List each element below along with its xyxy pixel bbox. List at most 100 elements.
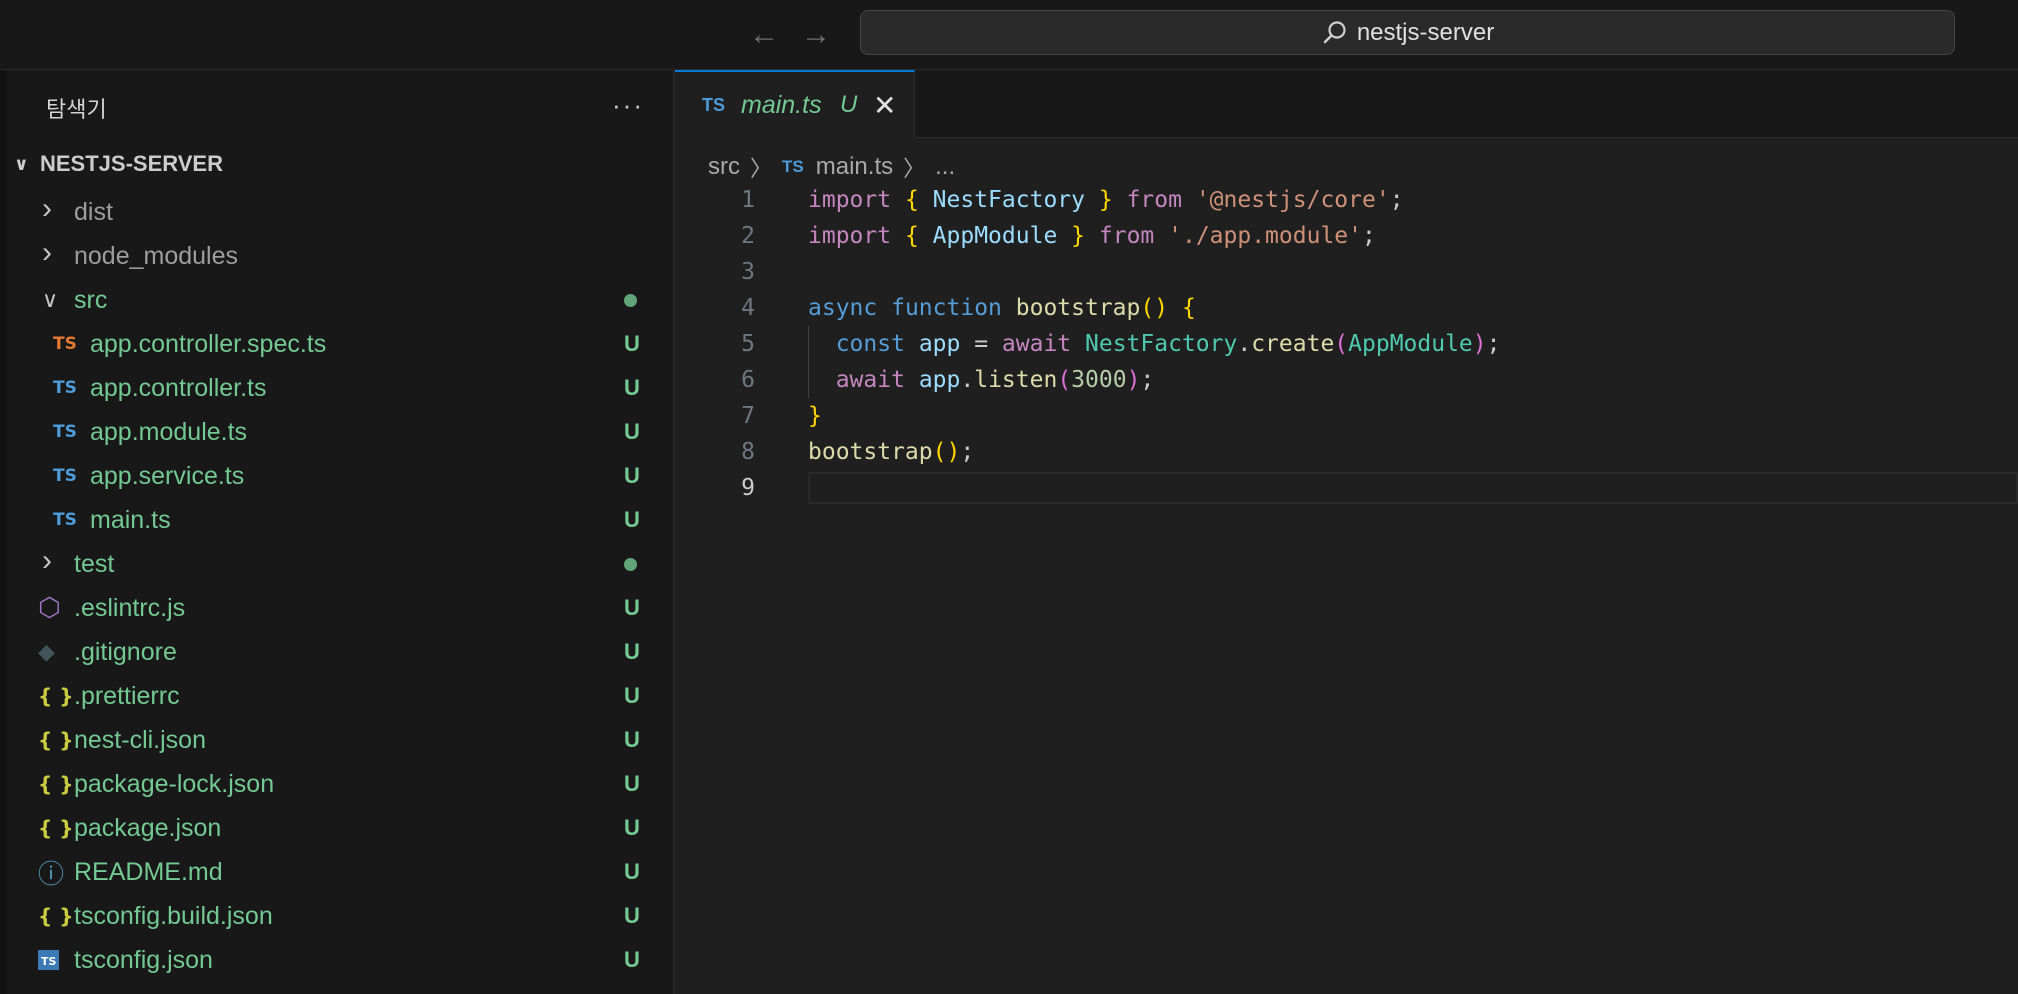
file-item[interactable]: { } tsconfig.build.json U [0, 894, 674, 938]
file-item[interactable]: { } nest-cli.json U [0, 718, 674, 762]
untracked-badge: U [624, 507, 640, 532]
file-item[interactable]: ⓘ README.md U [0, 850, 674, 894]
file-item[interactable]: TS main.ts U [0, 498, 674, 542]
line-source: async function bootstrap() { [808, 295, 1196, 321]
item-label: app.service.ts [90, 461, 245, 490]
root-folder-label: NESTJS-SERVER [40, 151, 223, 176]
code-line[interactable]: 7} [675, 398, 2018, 434]
line-source: bootstrap(); [808, 439, 975, 465]
line-number: 6 [741, 367, 755, 393]
line-number: 2 [741, 223, 755, 249]
arrow-left-icon[interactable]: ← [746, 18, 782, 52]
explorer-title: 탐색기 [46, 97, 107, 122]
untracked-badge: U [624, 815, 640, 840]
code-line[interactable]: 8 bootstrap(); [675, 434, 2018, 470]
tsconfig-icon: TS [38, 950, 60, 970]
code-editor[interactable]: 1 import { NestFactory } from '@nestjs/co… [675, 182, 2018, 506]
json-file-icon: { } [38, 772, 74, 796]
untracked-badge: U [624, 947, 640, 972]
explorer-root-folder[interactable]: ∨ NESTJS-SERVER [14, 144, 223, 184]
item-label: main.ts [90, 505, 171, 534]
search-icon [1323, 20, 1346, 43]
folder-item[interactable]: › node_modules [0, 234, 674, 278]
json-file-icon: { } [38, 816, 74, 840]
folder-item[interactable]: › dist [0, 190, 674, 234]
item-label: .eslintrc.js [74, 593, 186, 622]
command-center-search[interactable]: nestjs-server [860, 10, 1955, 55]
item-label: node_modules [74, 241, 239, 270]
arrow-right-icon[interactable]: → [798, 18, 834, 52]
close-icon[interactable]: ✕ [873, 89, 896, 122]
search-text: nestjs-server [1356, 18, 1495, 46]
untracked-badge: U [624, 859, 640, 884]
current-line-highlight [808, 472, 2018, 504]
code-line[interactable]: 3 [675, 254, 2018, 290]
line-source: import { AppModule } from './app.module'… [808, 223, 1376, 249]
line-source: } [808, 403, 822, 429]
code-line[interactable]: 5 const app = await NestFactory.create(A… [675, 326, 2018, 362]
code-line[interactable]: 1 import { NestFactory } from '@nestjs/co… [675, 182, 2018, 218]
untracked-badge: U [624, 463, 640, 488]
code-line[interactable]: 4 async function bootstrap() { [675, 290, 2018, 326]
item-label: tsconfig.json [74, 945, 213, 974]
file-item[interactable]: ◆ .gitignore U [0, 630, 674, 674]
folder-item[interactable]: ∨ src [0, 278, 674, 322]
eslint-icon: ⬡ [38, 593, 61, 623]
item-label: test [74, 549, 115, 578]
explorer-sidebar: 탐색기 ··· ∨ NESTJS-SERVER › dist › node_modul… [0, 70, 674, 994]
untracked-badge: U [624, 771, 640, 796]
chevron-right-icon: › [42, 192, 52, 225]
file-item[interactable]: TS app.service.ts U [0, 454, 674, 498]
item-label: nest-cli.json [74, 725, 206, 754]
json-file-icon: { } [38, 684, 74, 708]
editor-area: TS main.ts U ✕ src 〉 TS main.ts 〉 ... 1 i… [675, 70, 2018, 994]
untracked-badge: U [624, 639, 640, 664]
item-label: src [74, 285, 108, 314]
modified-dot-badge [624, 293, 637, 307]
file-item[interactable]: TS app.controller.ts U [0, 366, 674, 410]
git-icon: ◆ [38, 639, 55, 665]
chevron-right-icon: 〉 [750, 156, 773, 181]
file-item[interactable]: TS app.controller.spec.ts U [0, 322, 674, 366]
untracked-badge: U [624, 727, 640, 752]
untracked-badge: U [624, 683, 640, 708]
item-label: app.controller.ts [90, 373, 267, 402]
breadcrumb-folder[interactable]: src [708, 153, 740, 181]
tab-status-badge: U [840, 91, 858, 118]
line-source: const app = await NestFactory.create(App… [835, 331, 1501, 357]
more-actions-icon[interactable]: ··· [612, 90, 644, 121]
item-label: .gitignore [74, 637, 177, 666]
line-source: import { NestFactory } from '@nestjs/cor… [808, 187, 1404, 213]
typescript-file-icon: TS [53, 510, 77, 530]
code-line[interactable]: 6 await app.listen(3000); [675, 362, 2018, 398]
code-line[interactable]: 9 [675, 470, 2018, 506]
tab-main-ts[interactable]: TS main.ts U ✕ [675, 70, 915, 138]
info-icon: ⓘ [38, 859, 65, 890]
line-number: 4 [741, 295, 755, 321]
file-item[interactable]: TS app.module.ts U [0, 410, 674, 454]
folder-item[interactable]: › test [0, 542, 674, 586]
item-label: package.json [74, 813, 222, 842]
line-number: 7 [741, 403, 755, 429]
typescript-file-icon: TS [702, 94, 726, 115]
code-line[interactable]: 2 import { AppModule } from './app.module… [675, 218, 2018, 254]
untracked-badge: U [624, 903, 640, 928]
chevron-right-icon: 〉 [903, 156, 926, 181]
file-item[interactable]: { } package-lock.json U [0, 762, 674, 806]
typescript-file-icon: TS [53, 378, 77, 398]
file-item[interactable]: ⬡ .eslintrc.js U [0, 586, 674, 630]
breadcrumb-symbols[interactable]: ... [935, 153, 955, 181]
json-file-icon: { } [38, 904, 74, 928]
file-item[interactable]: { } package.json U [0, 806, 674, 850]
chevron-right-icon: › [42, 544, 52, 577]
file-item[interactable]: TS tsconfig.json U [0, 938, 674, 982]
typescript-file-icon: TS [53, 422, 77, 442]
line-source: await app.listen(3000); [835, 367, 1155, 393]
line-number: 9 [741, 475, 755, 501]
file-item[interactable]: { } .prettierrc U [0, 674, 674, 718]
breadcrumb-file[interactable]: main.ts [816, 153, 893, 181]
chevron-down-icon: ∨ [14, 153, 29, 174]
chevron-down-icon: ∨ [42, 287, 59, 312]
item-label: .prettierrc [74, 681, 180, 710]
line-number: 8 [741, 439, 755, 465]
